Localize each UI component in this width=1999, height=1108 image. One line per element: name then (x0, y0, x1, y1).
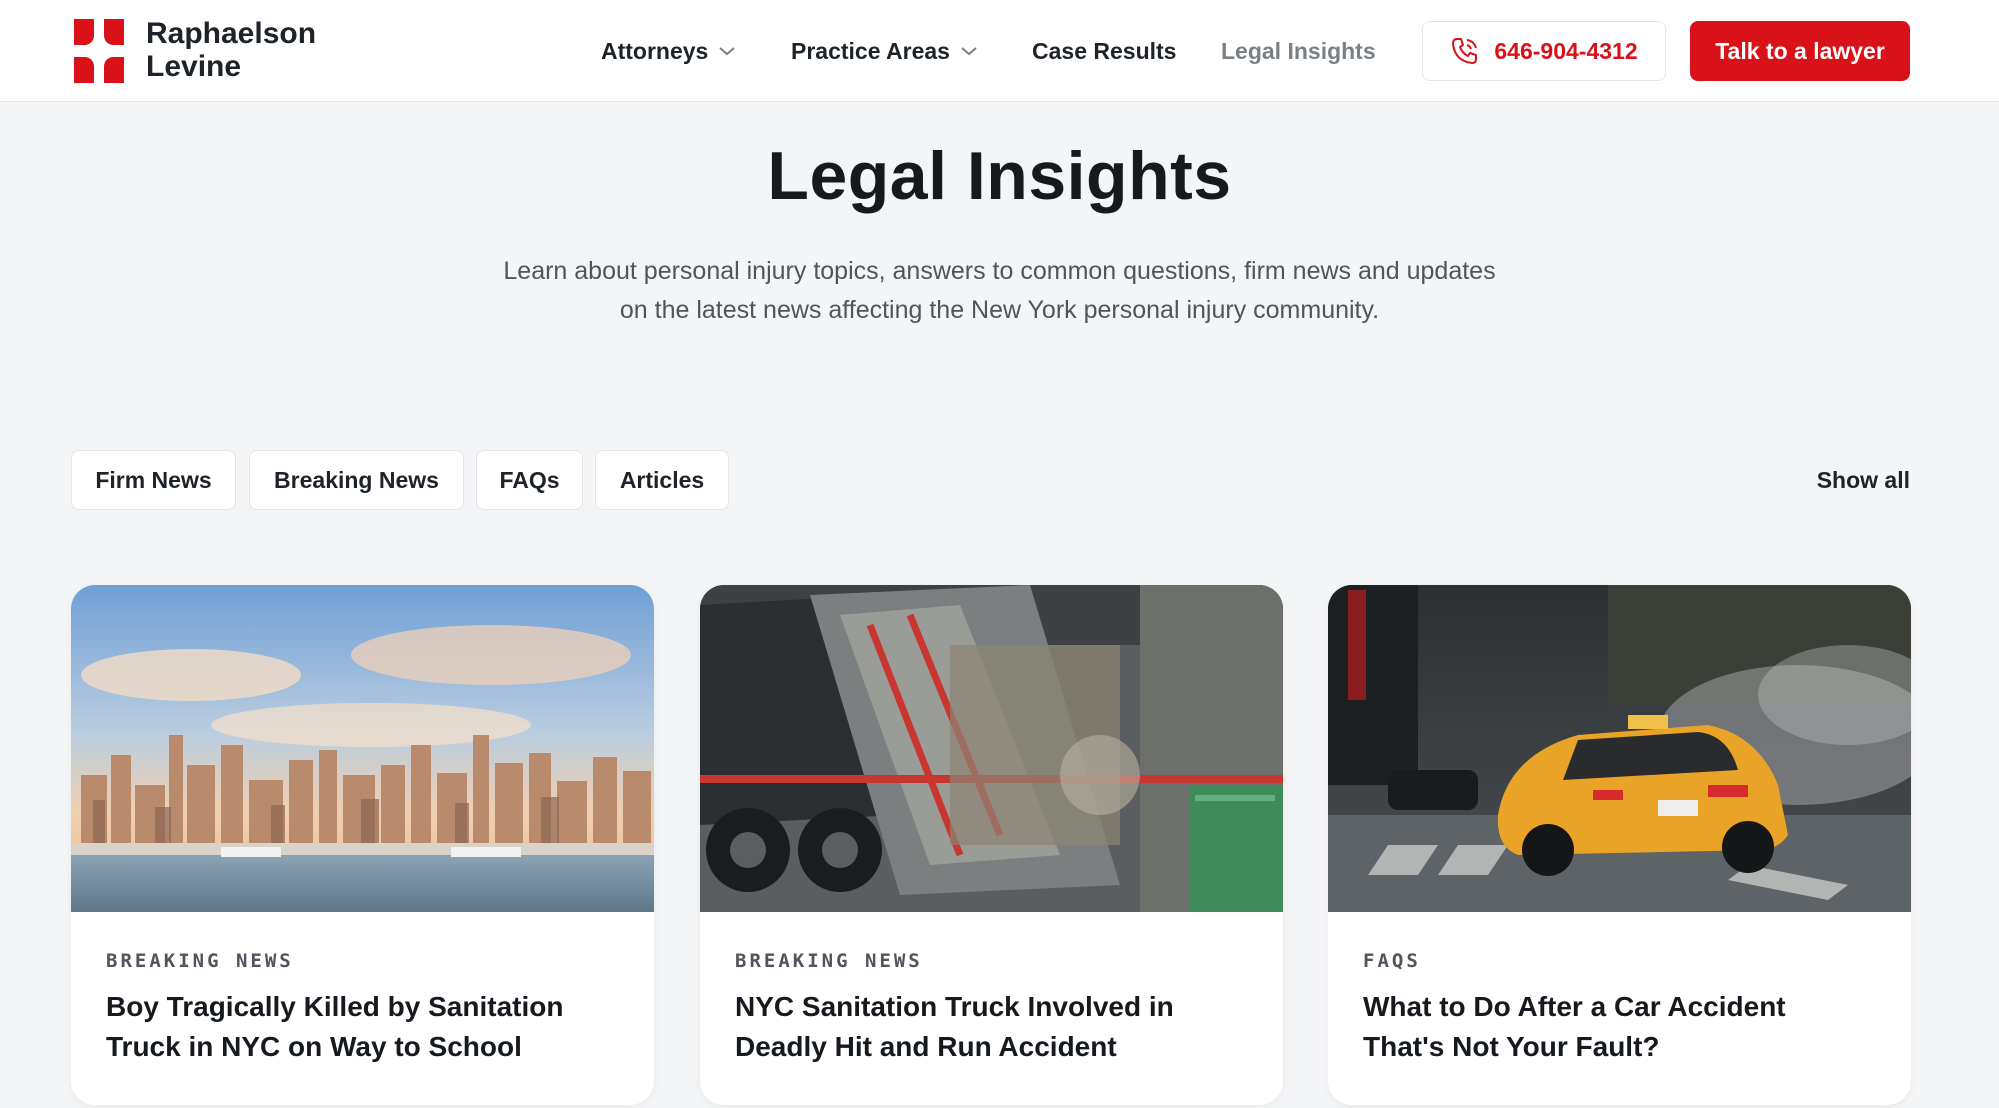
article-title-line2: That's Not Your Fault? (1363, 1031, 1660, 1062)
page-title: Legal Insights (767, 138, 1232, 214)
brand-name-line1: Raphaelson (146, 17, 317, 50)
article-title[interactable]: Boy Tragically Killed by Sanitation Truc… (106, 987, 626, 1067)
article-title-line2: Truck in NYC on Way to School (106, 1031, 522, 1062)
article-category: BREAKING NEWS (106, 950, 294, 972)
article-card[interactable]: BREAKING NEWS NYC Sanitation Truck Invol… (700, 585, 1283, 1105)
logo-icon (74, 19, 124, 83)
phone-button[interactable]: 646-904-4312 (1422, 21, 1666, 81)
filter-breaking-news[interactable]: Breaking News (249, 450, 464, 510)
article-title-line2: Deadly Hit and Run Accident (735, 1031, 1117, 1062)
show-all-link[interactable]: Show all (1780, 465, 1910, 495)
filter-faqs[interactable]: FAQs (476, 450, 583, 510)
nav-case-results-label: Case Results (1032, 38, 1177, 64)
brand-logo[interactable] (70, 17, 128, 85)
article-title[interactable]: NYC Sanitation Truck Involved in Deadly … (735, 987, 1255, 1067)
article-image-taxi (1328, 585, 1911, 912)
page-intro: Learn about personal injury topics, answ… (400, 252, 1599, 330)
article-card[interactable]: BREAKING NEWS Boy Tragically Killed by S… (71, 585, 654, 1105)
brand-name[interactable]: Raphaelson Levine (146, 17, 316, 83)
nav-legal-insights[interactable]: Legal Insights (1221, 36, 1376, 66)
phone-number: 646-904-4312 (1494, 37, 1638, 64)
article-category: BREAKING NEWS (735, 950, 923, 972)
phone-icon (1452, 38, 1478, 64)
article-title-line1: NYC Sanitation Truck Involved in (735, 991, 1174, 1022)
nav-case-results[interactable]: Case Results (1032, 36, 1176, 66)
article-card[interactable]: FAQS What to Do After a Car Accident Tha… (1328, 585, 1911, 1105)
chevron-down-icon (961, 47, 977, 56)
page-intro-line1: Learn about personal injury topics, answ… (503, 257, 1496, 285)
article-title[interactable]: What to Do After a Car Accident That's N… (1363, 987, 1883, 1067)
nav-attorneys[interactable]: Attorneys (601, 36, 736, 66)
filter-firm-news[interactable]: Firm News (71, 450, 236, 510)
talk-to-lawyer-button[interactable]: Talk to a lawyer (1690, 21, 1910, 81)
site-header: Raphaelson Levine Attorneys Practice Are… (0, 0, 1999, 102)
article-image-garbage-truck (700, 585, 1283, 912)
nav-legal-insights-label: Legal Insights (1221, 38, 1376, 64)
article-image-skyline (71, 585, 654, 912)
filter-articles[interactable]: Articles (595, 450, 729, 510)
nav-practice-areas[interactable]: Practice Areas (791, 36, 978, 66)
nav-practice-areas-label: Practice Areas (791, 38, 950, 64)
nav-attorneys-label: Attorneys (601, 38, 709, 64)
article-title-line1: Boy Tragically Killed by Sanitation (106, 991, 564, 1022)
chevron-down-icon (719, 47, 736, 56)
brand-name-line2: Levine (146, 50, 242, 83)
article-title-line1: What to Do After a Car Accident (1363, 991, 1786, 1022)
article-category: FAQS (1363, 950, 1421, 972)
page-intro-line2: on the latest news affecting the New Yor… (619, 296, 1380, 324)
